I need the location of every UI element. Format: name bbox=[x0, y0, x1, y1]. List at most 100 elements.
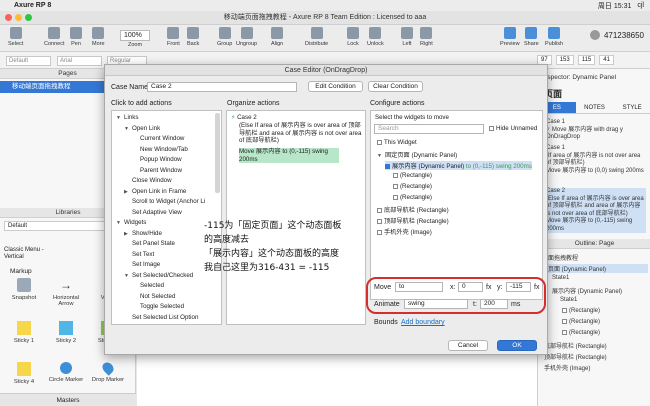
tab-notes[interactable]: NOTES bbox=[576, 102, 614, 113]
action-item[interactable]: Set Image bbox=[124, 261, 160, 268]
action-item[interactable]: ▼ Links bbox=[116, 114, 138, 121]
outline-bottom-nav[interactable]: 底部导航栏 (Rectangle) bbox=[544, 341, 607, 350]
outline-rect-1[interactable]: (Rectangle) bbox=[562, 308, 600, 314]
y-field[interactable]: 153 bbox=[555, 55, 574, 65]
classic-menu-widget[interactable]: Classic Menu - Vertical bbox=[4, 247, 44, 261]
action-item[interactable]: ▼ Open Link bbox=[124, 125, 160, 132]
action-item[interactable]: New Window/Tab bbox=[132, 146, 188, 153]
drop-marker-widget[interactable]: Drop Marker bbox=[88, 360, 128, 383]
lock-button[interactable]: Lock bbox=[347, 27, 359, 47]
hide-unnamed-checkbox[interactable]: Hide Unnamed bbox=[489, 125, 537, 133]
preview-button[interactable]: Preview bbox=[500, 27, 520, 47]
outline-top-nav[interactable]: 顶部导航栏 (Rectangle) bbox=[544, 352, 607, 361]
widget-tree-item[interactable]: (Rectangle) bbox=[393, 194, 432, 201]
cancel-button[interactable]: Cancel bbox=[448, 340, 488, 351]
actions-scrollbar[interactable] bbox=[215, 113, 220, 193]
action-item[interactable]: Set Panel State bbox=[124, 240, 175, 247]
action-item[interactable]: ▶ Show/Hide bbox=[124, 230, 162, 237]
outline-rect-2[interactable]: (Rectangle) bbox=[562, 319, 600, 325]
action-item[interactable]: Not Selected bbox=[132, 293, 175, 300]
action-item[interactable]: Parent Window bbox=[132, 167, 182, 174]
action-item[interactable]: Scroll to Widget (Anchor Li bbox=[124, 198, 205, 205]
group-button[interactable]: Group bbox=[217, 27, 232, 47]
horizontal-arrow-widget[interactable]: → Horizontal Arrow bbox=[46, 278, 86, 307]
outline-state1[interactable]: State1 bbox=[552, 275, 569, 281]
circle-marker-widget[interactable]: Circle Marker bbox=[46, 362, 86, 383]
outline-content[interactable]: 展示内容 (Dynamic Panel) bbox=[552, 286, 622, 295]
action-item[interactable]: Set Text bbox=[124, 251, 154, 258]
style-select[interactable]: Default bbox=[6, 56, 51, 66]
account[interactable]: 471238650 bbox=[589, 30, 644, 40]
action-item[interactable]: Toggle Selected bbox=[132, 303, 184, 310]
publish-button[interactable]: Publish bbox=[545, 27, 563, 47]
widget-tree-item[interactable]: (Rectangle) bbox=[393, 172, 432, 179]
action-item[interactable]: Close Window bbox=[124, 177, 172, 184]
share-button[interactable]: Share bbox=[524, 27, 539, 47]
organize-actions-title: Organize actions bbox=[227, 100, 280, 107]
widget-tree-item[interactable]: 手机外壳 (Image) bbox=[377, 227, 432, 236]
widget-checkbox bbox=[377, 139, 382, 145]
interaction-case2[interactable]: Case 2 (Else If area of 展示内容 is over are… bbox=[546, 188, 646, 233]
left-button[interactable]: Left bbox=[401, 27, 413, 47]
sticky-2-widget[interactable]: Sticky 2 bbox=[46, 321, 86, 344]
widget-search-input[interactable]: Search bbox=[374, 124, 484, 134]
zoom-select[interactable]: 100% bbox=[120, 30, 150, 41]
action-item[interactable]: Set Selected List Option bbox=[124, 314, 198, 321]
sticky-4-widget[interactable]: Sticky 4 bbox=[4, 362, 44, 385]
pen-tool[interactable]: Pen bbox=[70, 27, 82, 47]
zoom-window-button[interactable] bbox=[25, 14, 32, 21]
widget-tree-item[interactable]: ▼ 固定页面 (Dynamic Panel) bbox=[377, 150, 457, 159]
outline-content-state[interactable]: State1 bbox=[560, 297, 577, 303]
sticky-1-widget[interactable]: Sticky 1 bbox=[4, 321, 44, 344]
align-button[interactable]: Align bbox=[271, 27, 283, 47]
organize-case[interactable]: ⚡ Case 2 bbox=[231, 114, 257, 122]
back-button[interactable]: Back bbox=[187, 27, 199, 47]
clear-condition-button[interactable]: Clear Condition bbox=[368, 81, 423, 92]
edit-condition-button[interactable]: Edit Condition bbox=[308, 81, 363, 92]
widget-tree-item[interactable]: (Rectangle) bbox=[393, 183, 432, 190]
w-field[interactable]: 115 bbox=[577, 55, 596, 65]
tab-style[interactable]: STYLE bbox=[613, 102, 650, 113]
ungroup-button[interactable]: Ungroup bbox=[236, 27, 257, 47]
action-item[interactable]: Popup Window bbox=[132, 156, 182, 163]
organize-move-action[interactable]: Move 展示内容 to (0,-115) swing 200ms bbox=[239, 148, 339, 163]
action-item[interactable]: ▼ Set Selected/Checked bbox=[124, 272, 193, 279]
action-item[interactable]: ▶ Open Link in Frame bbox=[124, 188, 186, 195]
widget-tree-item[interactable]: 展示内容 (Dynamic Panel) to (0,-115) swing 2… bbox=[385, 161, 532, 170]
ok-button[interactable]: OK bbox=[497, 340, 537, 351]
widget-tree-item[interactable]: 底部导航栏 (Rectangle) bbox=[377, 205, 449, 214]
minimize-window-button[interactable] bbox=[15, 14, 22, 21]
font-select[interactable]: Arial bbox=[57, 56, 102, 66]
right-panel: Inspector: Dynamic Panel 页面 ES NOTES STY… bbox=[537, 69, 650, 406]
action-item[interactable]: Selected bbox=[132, 282, 164, 289]
markup-group[interactable]: Markup bbox=[10, 268, 32, 275]
action-item[interactable]: Set Adaptive View bbox=[124, 209, 182, 216]
outline-phone[interactable]: 手机外壳 (Image) bbox=[544, 363, 590, 372]
select-tool[interactable]: Select bbox=[8, 27, 23, 47]
action-item[interactable]: Current Window bbox=[132, 135, 184, 142]
interaction-case1b[interactable]: Case 1 (If area of 展示内容 is not over area… bbox=[546, 145, 646, 175]
user-menu[interactable]: cjl bbox=[637, 2, 644, 9]
interaction-case1[interactable]: Case 1 ⚡ Move 展示内容 with drag y OnDragDro… bbox=[546, 119, 646, 142]
case-name-input[interactable]: Case 2 bbox=[147, 82, 297, 92]
outline-root[interactable]: 面拖拽教程 bbox=[548, 253, 578, 262]
widget-tree-item[interactable]: 顶部导航栏 (Rectangle) bbox=[377, 216, 449, 225]
outline-fixed-page[interactable]: 页面 (Dynamic Panel) bbox=[548, 264, 648, 273]
action-item[interactable]: ▼ Widgets bbox=[116, 219, 146, 226]
clock: 周日 15:31 bbox=[597, 2, 632, 10]
outline-rect-3[interactable]: (Rectangle) bbox=[562, 330, 600, 336]
close-window-button[interactable] bbox=[5, 14, 12, 21]
connect-tool[interactable]: Connect bbox=[44, 27, 65, 47]
widget-tree-item[interactable]: This Widget bbox=[377, 139, 417, 146]
unlock-button[interactable]: Unlock bbox=[367, 27, 384, 47]
right-button[interactable]: Right bbox=[420, 27, 433, 47]
add-boundary-link[interactable]: Add boundary bbox=[401, 319, 445, 326]
h-field[interactable]: 41 bbox=[599, 55, 614, 65]
widget-checkbox bbox=[377, 218, 382, 224]
case-name-label: Case Name bbox=[111, 84, 148, 91]
distribute-button[interactable]: Distribute bbox=[305, 27, 328, 47]
app-menu[interactable]: Axure RP 8 bbox=[14, 2, 51, 9]
more-tool[interactable]: More bbox=[92, 27, 105, 47]
front-button[interactable]: Front bbox=[167, 27, 180, 47]
snapshot-widget[interactable]: Snapshot bbox=[4, 278, 44, 301]
